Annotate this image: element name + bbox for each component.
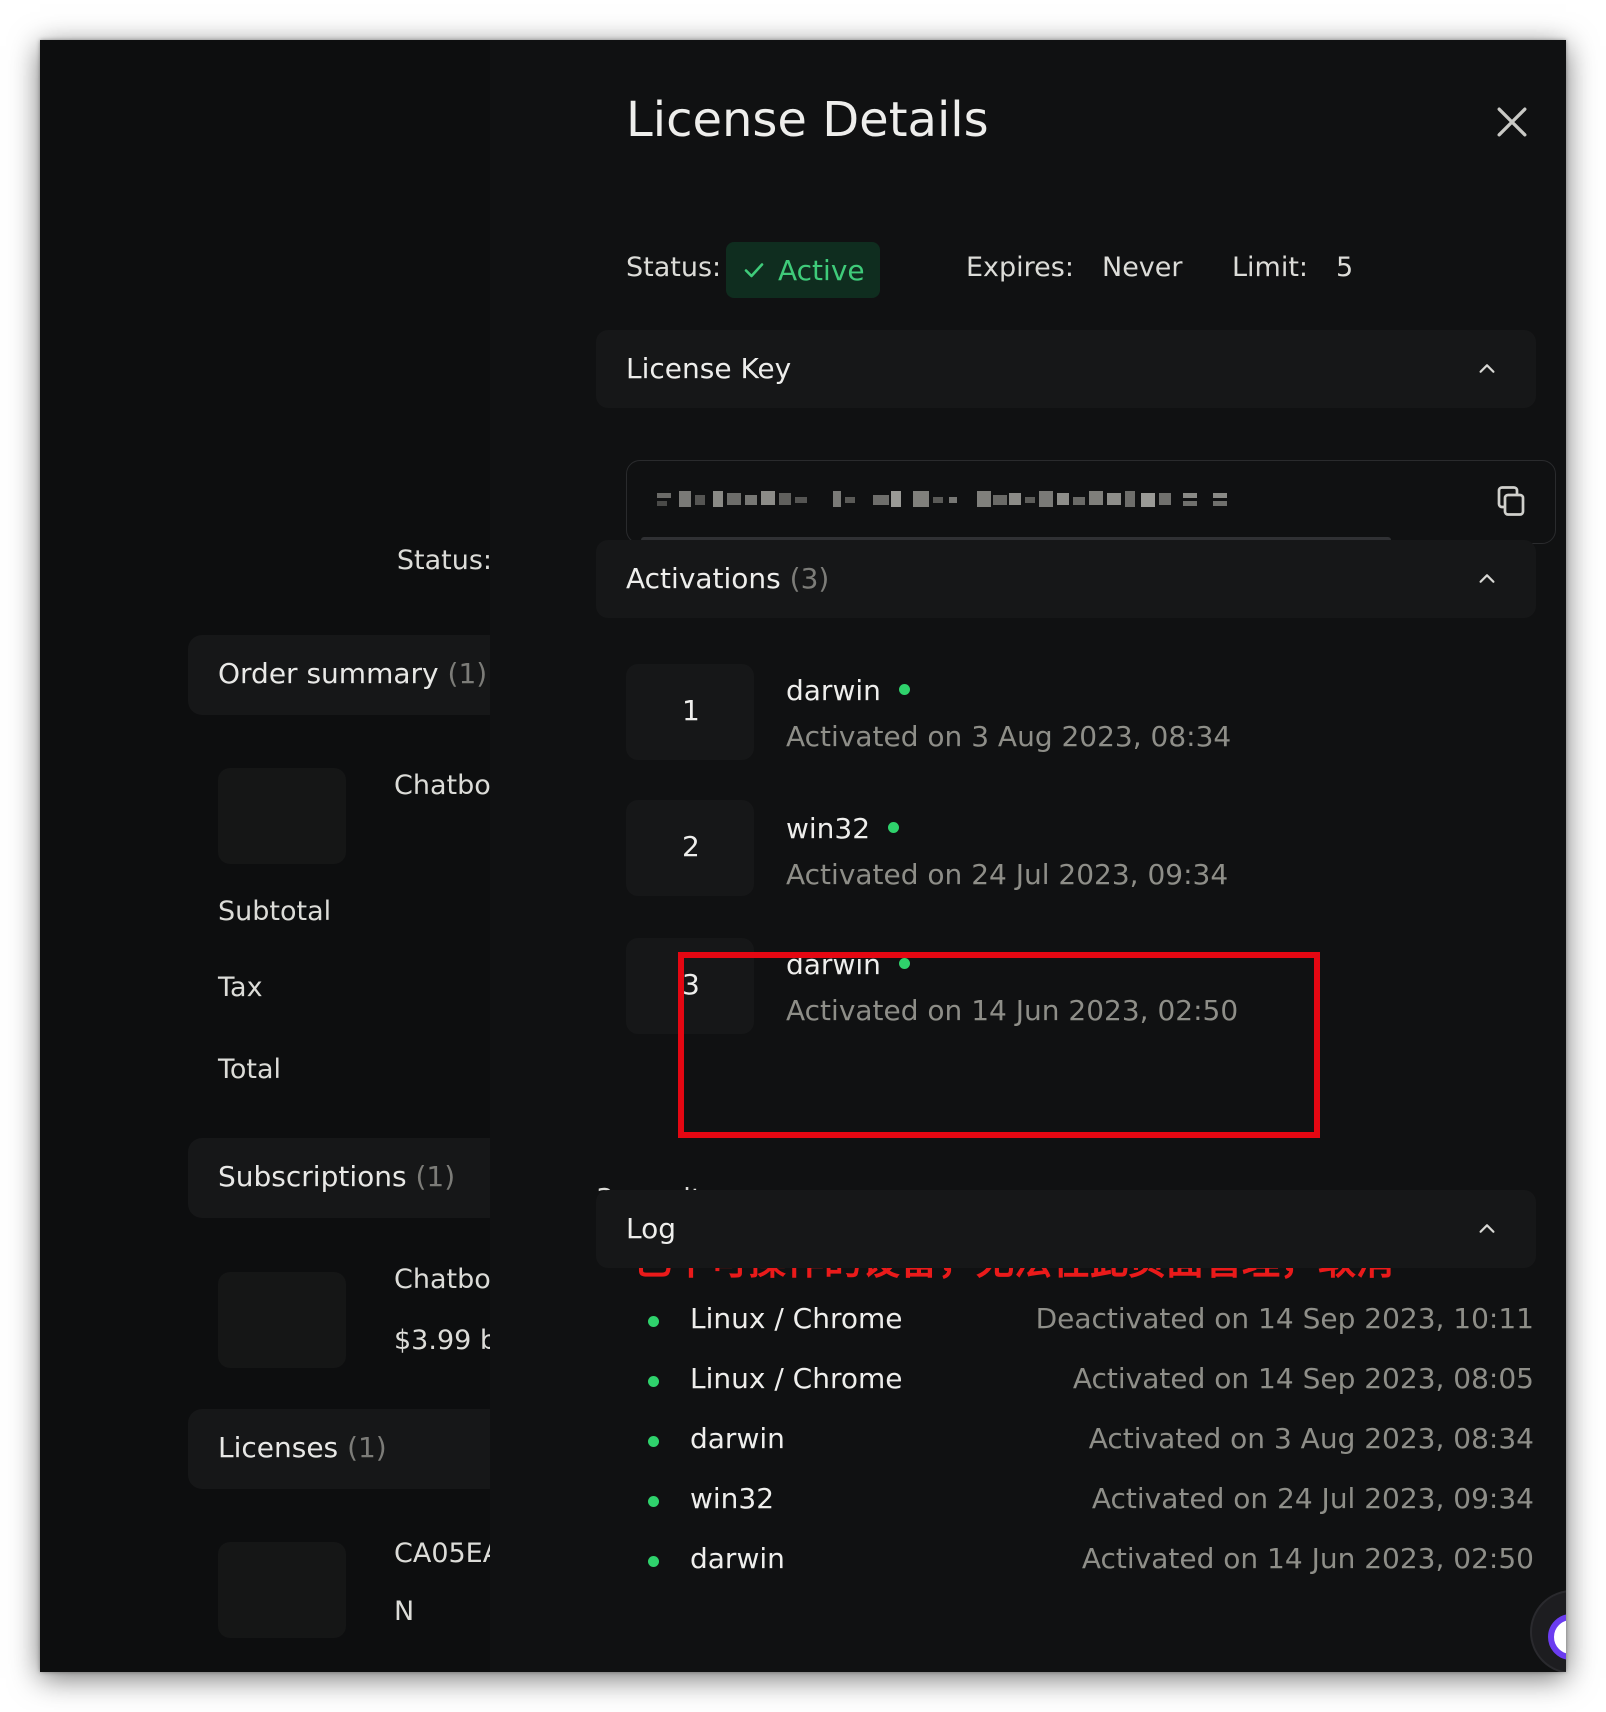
log-section-toggle[interactable]: Log xyxy=(596,1190,1536,1268)
activations-section-label: Activations xyxy=(626,562,781,595)
log-status-dot xyxy=(648,1376,659,1387)
log-entry-name: darwin xyxy=(690,1542,785,1575)
order-summary-label: Order summary xyxy=(218,657,439,690)
chevron-up-icon xyxy=(1479,1224,1495,1233)
licenses-label: Licenses xyxy=(218,1431,339,1464)
order-summary-count: (1) xyxy=(447,657,488,690)
subscriptions-card[interactable]: Subscriptions (1) xyxy=(188,1138,508,1218)
background-page: Status: Order summary (1) Chatbox Subtot… xyxy=(40,40,508,1672)
total-label: Total xyxy=(218,1054,282,1085)
activation-index-badge: 2 xyxy=(626,800,754,896)
copy-icon[interactable] xyxy=(1493,483,1529,519)
log-entry-name: Linux / Chrome xyxy=(690,1362,903,1395)
status-value: Active xyxy=(778,254,865,287)
log-entry-date: Activated on 14 Jun 2023, 02:50 xyxy=(1081,1542,1534,1575)
log-entry-date: Deactivated on 14 Sep 2023, 10:11 xyxy=(1035,1302,1534,1335)
log-entry-date: Activated on 24 Jul 2023, 09:34 xyxy=(1091,1482,1534,1515)
log-entry-name: Linux / Chrome xyxy=(690,1302,903,1335)
licenses-count: (1) xyxy=(347,1431,387,1464)
status-label: Status: xyxy=(626,252,722,283)
license-key-redacted xyxy=(657,491,1227,507)
chat-widget-icon xyxy=(1548,1614,1566,1660)
activation-index: 2 xyxy=(682,830,700,863)
license-item-name: CA05EA xyxy=(394,1538,502,1569)
tax-label: Tax xyxy=(218,972,263,1003)
dialog-title: License Details xyxy=(626,92,989,148)
close-icon[interactable] xyxy=(1490,100,1534,144)
active-status-dot xyxy=(898,683,910,695)
log-entry-date: Activated on 14 Sep 2023, 08:05 xyxy=(1072,1362,1534,1395)
log-status-dot xyxy=(648,1436,659,1447)
licenses-card[interactable]: Licenses (1) xyxy=(188,1409,508,1489)
limit-label: Limit: xyxy=(1232,252,1309,283)
activations-section-toggle[interactable]: Activations (3) xyxy=(596,540,1536,618)
subtotal-label: Subtotal xyxy=(218,896,332,927)
log-entry-name: win32 xyxy=(690,1482,775,1515)
order-summary-card[interactable]: Order summary (1) xyxy=(188,635,508,715)
subscriptions-label: Subscriptions xyxy=(218,1160,407,1193)
license-item-thumbnail xyxy=(218,1542,346,1638)
active-status-dot xyxy=(888,821,900,833)
expires-value: Never xyxy=(1102,252,1183,283)
log-entry-date: Activated on 3 Aug 2023, 08:34 xyxy=(1088,1422,1534,1455)
license-item-sub: N xyxy=(394,1596,415,1627)
activation-date: Activated on 3 Aug 2023, 08:34 xyxy=(786,720,1232,753)
log-section-label: Log xyxy=(626,1212,677,1245)
order-item-thumbnail xyxy=(218,768,346,864)
subscription-item-price: $3.99 bi xyxy=(394,1325,505,1356)
activation-platform: win32 xyxy=(786,812,900,845)
license-key-field[interactable] xyxy=(626,460,1556,544)
license-key-section-label: License Key xyxy=(626,352,792,385)
chevron-up-icon xyxy=(1479,364,1495,373)
activation-date: Activated on 24 Jul 2023, 09:34 xyxy=(786,858,1229,891)
expires-label: Expires: xyxy=(966,252,1074,283)
subscriptions-count: (1) xyxy=(415,1160,456,1193)
app-window: Status: Order summary (1) Chatbox Subtot… xyxy=(40,40,1566,1672)
status-badge: Active xyxy=(726,242,880,298)
activations-count: (3) xyxy=(789,562,830,595)
log-status-dot xyxy=(648,1556,659,1567)
bg-status-label: Status: xyxy=(396,545,492,576)
log-entry-name: darwin xyxy=(690,1422,785,1455)
check-icon xyxy=(744,263,764,278)
activation-platform: darwin xyxy=(786,674,910,707)
activation-index: 1 xyxy=(682,694,700,727)
limit-value: 5 xyxy=(1336,252,1354,283)
license-key-section-toggle[interactable]: License Key xyxy=(596,330,1536,408)
chevron-up-icon xyxy=(1479,574,1495,583)
log-status-dot xyxy=(648,1496,659,1507)
annotation-highlight-box xyxy=(678,952,1320,1138)
activation-index-badge: 1 xyxy=(626,664,754,760)
license-details-dialog: License Details Status: Active Expires: … xyxy=(490,40,1566,1672)
log-status-dot xyxy=(648,1316,659,1327)
subscription-item-thumbnail xyxy=(218,1272,346,1368)
